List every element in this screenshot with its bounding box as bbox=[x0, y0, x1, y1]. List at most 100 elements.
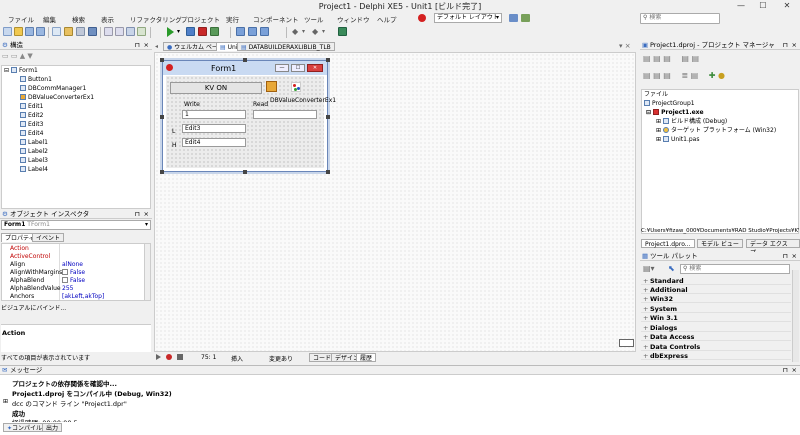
palette-category[interactable]: Data Controls bbox=[641, 343, 791, 351]
back-dropdown-icon[interactable]: ▾ bbox=[302, 28, 305, 35]
new-icon[interactable] bbox=[3, 27, 12, 36]
palette-category[interactable]: Data Access bbox=[641, 333, 791, 341]
new-form-icon[interactable] bbox=[137, 27, 146, 36]
step-into-icon[interactable] bbox=[236, 27, 245, 36]
pin-icon[interactable]: ⊓ bbox=[783, 366, 788, 375]
edit1[interactable]: 1 bbox=[182, 110, 246, 119]
tree-item[interactable]: Edit4 bbox=[20, 130, 43, 138]
menu-refactor[interactable]: リファクタリング bbox=[130, 14, 182, 24]
play-macro-icon[interactable] bbox=[156, 354, 161, 360]
stop-run-icon[interactable] bbox=[198, 27, 207, 36]
add-icon[interactable]: ✚ bbox=[709, 71, 716, 80]
open-icon[interactable] bbox=[14, 27, 23, 36]
open-project-icon[interactable] bbox=[52, 27, 61, 36]
panel-close-icon[interactable]: × bbox=[144, 210, 149, 219]
tree-unit-file[interactable]: ⊞ Unit1.pas bbox=[656, 136, 700, 144]
panel-close-icon[interactable]: × bbox=[144, 41, 149, 50]
back-icon[interactable]: ◆ bbox=[292, 27, 298, 36]
pin-icon[interactable]: ⊓ bbox=[783, 41, 788, 50]
checkbox[interactable] bbox=[62, 277, 68, 283]
pointer-icon[interactable]: ⬉ bbox=[668, 264, 675, 273]
sync-icon[interactable]: ▤ bbox=[681, 54, 689, 63]
remove-icon[interactable]: ▤ bbox=[663, 54, 671, 63]
view-form-icon[interactable] bbox=[115, 27, 124, 36]
menu-view[interactable]: 表示 bbox=[101, 14, 114, 24]
selection-handle[interactable] bbox=[160, 58, 164, 62]
palette-category[interactable]: Standard bbox=[641, 277, 791, 285]
dbcommmanager-icon[interactable] bbox=[266, 81, 277, 92]
selection-handle[interactable] bbox=[243, 170, 247, 174]
forward-dropdown-icon[interactable]: ▾ bbox=[322, 28, 325, 35]
palette-category[interactable]: System bbox=[641, 305, 791, 313]
edit2[interactable] bbox=[253, 110, 317, 119]
selection-handle[interactable] bbox=[326, 58, 330, 62]
panel-close-icon[interactable]: × bbox=[792, 366, 797, 375]
filter-icon[interactable]: ▤ bbox=[691, 71, 699, 80]
panel-close-icon[interactable]: × bbox=[792, 41, 797, 50]
tree-item[interactable]: DBValueConverterEx1 bbox=[20, 94, 94, 102]
tab-model-view[interactable]: モデル ビュー bbox=[697, 239, 743, 248]
pause-icon[interactable] bbox=[210, 27, 219, 36]
down-icon[interactable]: ▼ bbox=[27, 52, 32, 60]
tree-item[interactable]: DBCommManager1 bbox=[20, 85, 86, 93]
pin-icon[interactable]: ⊓ bbox=[135, 210, 140, 219]
kv-on-button[interactable]: KV ON bbox=[170, 82, 262, 94]
save-all-icon[interactable] bbox=[36, 27, 45, 36]
selection-handle[interactable] bbox=[160, 170, 164, 174]
tree-item[interactable]: Edit3 bbox=[20, 121, 43, 129]
designed-form[interactable]: Form1 — ☐ ✕ KV ON DBValueConverterEx1 Wr… bbox=[160, 58, 336, 174]
save-layout-icon[interactable] bbox=[509, 14, 518, 22]
run-icon[interactable] bbox=[167, 27, 174, 37]
toggle-form-icon[interactable] bbox=[126, 27, 135, 36]
stop-icon[interactable] bbox=[418, 14, 426, 22]
palette-scrollbar[interactable] bbox=[792, 270, 799, 362]
menu-component[interactable]: コンポーネント bbox=[253, 14, 299, 24]
bind-visually-link[interactable]: ビジュアルにバインド... bbox=[1, 303, 66, 312]
tab-data-explorer[interactable]: データ エクスプ... bbox=[746, 239, 800, 257]
pin-icon[interactable]: ⊓ bbox=[783, 252, 788, 261]
scrollbar[interactable] bbox=[144, 244, 150, 300]
build-icon[interactable]: ▤ bbox=[653, 71, 661, 80]
minimize-button[interactable]: — bbox=[730, 0, 752, 12]
list-icon[interactable]: ≣ bbox=[681, 71, 688, 80]
tree-item[interactable]: Label1 bbox=[20, 139, 48, 147]
run-without-debug-icon[interactable] bbox=[186, 27, 195, 36]
layout-options-icon[interactable] bbox=[521, 14, 530, 22]
tab-output[interactable]: 出力 bbox=[42, 423, 63, 432]
maximize-button[interactable]: ☐ bbox=[752, 0, 774, 12]
activate-icon[interactable]: ▤ bbox=[643, 54, 651, 63]
view-icon[interactable]: ▤ bbox=[643, 71, 651, 80]
pin-icon[interactable]: ⊓ bbox=[135, 41, 140, 50]
tab-compile[interactable]: ✦コンパイル bbox=[3, 423, 47, 432]
menu-tools[interactable]: ツール bbox=[304, 14, 324, 24]
forward-icon[interactable]: ◆ bbox=[312, 27, 318, 36]
menu-search[interactable]: 検索 bbox=[72, 14, 85, 24]
selection-handle[interactable] bbox=[243, 58, 247, 62]
tab-history[interactable]: 履歴 bbox=[356, 353, 377, 362]
tree-build-config[interactable]: ⊞ ビルド構成 (Debug) bbox=[656, 118, 727, 126]
tree-item[interactable]: Label2 bbox=[20, 148, 48, 156]
help-book-icon[interactable] bbox=[338, 27, 347, 36]
disk-icon[interactable] bbox=[88, 27, 97, 36]
tree-item[interactable]: Button1 bbox=[20, 76, 52, 84]
panel-close-icon[interactable]: × bbox=[792, 252, 797, 261]
search-input[interactable]: ⚲ 検索 bbox=[640, 13, 720, 24]
menu-run[interactable]: 実行 bbox=[226, 14, 239, 24]
step-over-icon[interactable] bbox=[248, 27, 257, 36]
refresh-icon[interactable]: ● bbox=[718, 71, 725, 80]
menu-file[interactable]: ファイル bbox=[8, 14, 34, 24]
run-dropdown-icon[interactable]: ▾ bbox=[177, 28, 180, 35]
selection-handle[interactable] bbox=[326, 115, 330, 119]
object-select[interactable]: Form1 TForm1 ▾ bbox=[1, 220, 151, 230]
palette-category[interactable]: Dialogs bbox=[641, 324, 791, 332]
new-icon[interactable]: ▤ bbox=[653, 54, 661, 63]
tab-events[interactable]: イベント bbox=[32, 233, 65, 242]
tabs-close-icon[interactable]: ▾ × bbox=[619, 42, 631, 50]
palette-category[interactable]: Additional bbox=[641, 286, 791, 294]
palette-category[interactable]: Win32 bbox=[641, 295, 791, 303]
edit-icon[interactable]: ▭ bbox=[11, 52, 18, 60]
layout-select[interactable]: デフォルト レイアウト ▾ bbox=[434, 13, 502, 23]
stop-macro-icon[interactable] bbox=[177, 354, 183, 360]
palette-category[interactable]: Win 3.1 bbox=[641, 314, 791, 322]
menu-window[interactable]: ウィンドウ bbox=[337, 14, 370, 24]
